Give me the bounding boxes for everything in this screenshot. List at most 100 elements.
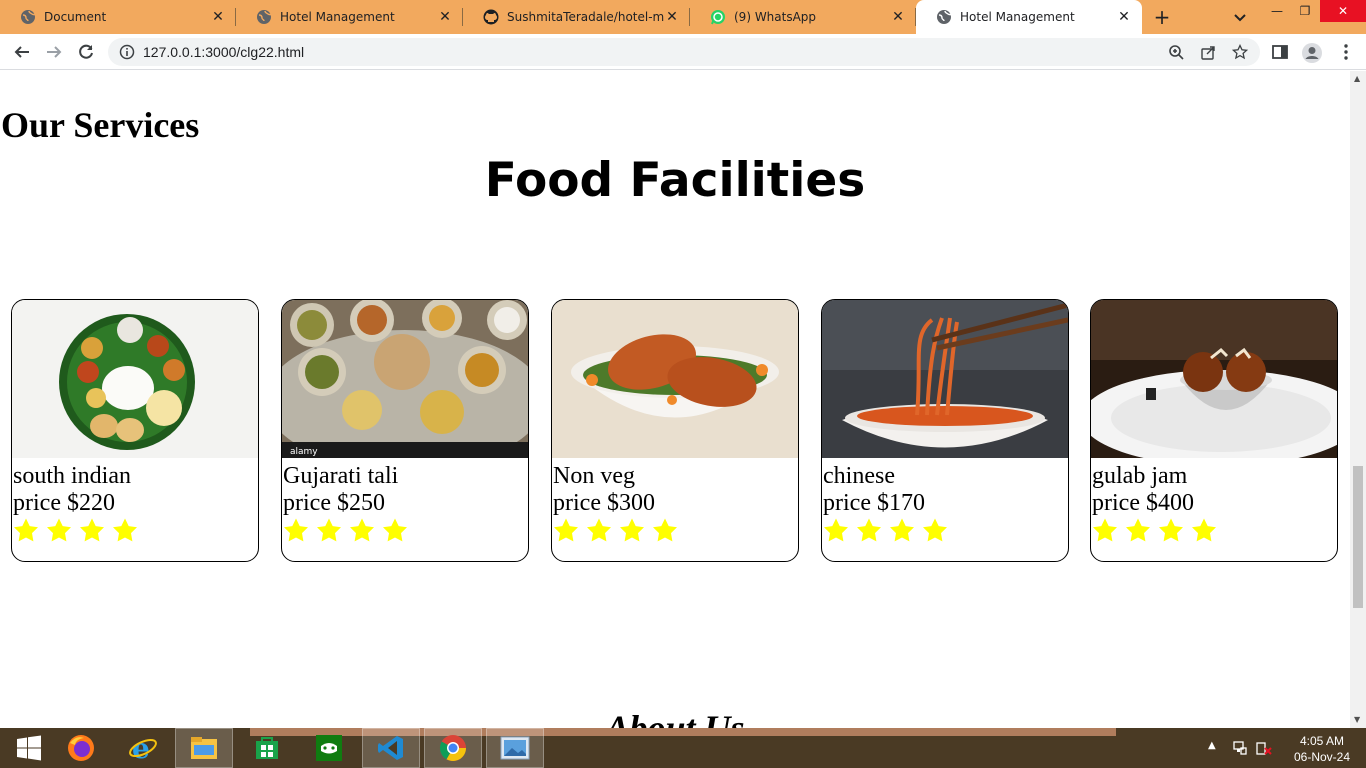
food-card-south-indian[interactable]: south indian price $220 [11,299,259,562]
star-icon [45,517,78,545]
star-icon [1091,517,1124,545]
internet-explorer-icon[interactable]: e [114,728,172,768]
rating-stars [1091,517,1337,545]
address-bar[interactable]: 127.0.0.1:3000/clg22.html [108,38,1260,66]
star-icon [552,517,585,545]
browser-toolbar: 127.0.0.1:3000/clg22.html [0,34,1366,70]
svg-text:e: e [132,733,150,763]
scrollbar-thumb[interactable] [1353,466,1363,608]
food-price: price $170 [823,490,925,516]
food-price: price $300 [553,490,655,516]
vscode-icon[interactable] [362,728,420,768]
close-icon[interactable]: ✕ [210,9,226,25]
address-text: 127.0.0.1:3000/clg22.html [143,44,305,60]
food-facilities-heading: Food Facilities [484,153,866,208]
back-button[interactable] [10,40,34,64]
tab-label: SushmitaTeradale/hotel-mana [507,10,664,24]
new-tab-button[interactable]: + [1150,5,1174,29]
close-icon[interactable]: ✕ [890,9,906,25]
tab-label: Hotel Management [960,10,1075,24]
file-explorer-icon[interactable] [175,728,233,768]
star-icon [888,517,921,545]
scroll-down-arrow-icon[interactable]: ▼ [1354,716,1362,724]
food-name: gulab jam [1092,463,1188,489]
close-icon[interactable]: ✕ [664,9,680,25]
star-bookmark-icon[interactable] [1231,43,1249,60]
star-icon [1124,517,1157,545]
food-name: chinese [823,463,895,489]
chrome-icon[interactable] [424,728,482,768]
chicken-legs-image [552,300,798,458]
food-card-gulab-jam[interactable]: gulab jam price $400 [1090,299,1338,562]
reload-button[interactable] [74,40,98,64]
tab-document[interactable]: Document ✕ [0,0,236,34]
photos-icon[interactable] [486,728,544,768]
star-icon [12,517,45,545]
close-icon[interactable]: ✕ [437,9,453,25]
volume-muted-icon[interactable] [1256,740,1272,756]
gujarati-thali-image: alamy [282,300,528,458]
github-icon [483,9,499,25]
windows-taskbar: e ▲ 4:05 AM 06-Nov-24 [0,728,1366,768]
food-price: price $400 [1092,490,1194,516]
star-icon [381,517,414,545]
menu-kebab-icon[interactable] [1336,42,1356,62]
star-icon [855,517,888,545]
profile-avatar-icon[interactable] [1301,42,1322,63]
windows-start-icon[interactable] [0,728,58,768]
zoom-icon[interactable] [1168,44,1184,60]
info-icon[interactable] [119,44,135,60]
store-icon[interactable] [238,728,296,768]
south-indian-thali-image [12,300,258,458]
globe-icon [20,9,36,25]
gulab-jamun-image [1091,300,1337,458]
star-icon [585,517,618,545]
tab-label: Hotel Management [280,10,395,24]
food-name: Non veg [553,463,635,489]
rating-stars [552,517,798,545]
star-icon [1157,517,1190,545]
food-card-non-veg[interactable]: Non veg price $300 [551,299,799,562]
star-icon [651,517,684,545]
restore-button[interactable]: ❐ [1290,0,1320,22]
close-window-button[interactable]: ✕ [1320,0,1366,22]
rating-stars [282,517,528,545]
star-icon [822,517,855,545]
food-card-chinese[interactable]: chinese price $170 [821,299,1069,562]
xbox-icon[interactable] [300,728,358,768]
svg-text:alamy: alamy [290,447,318,457]
close-icon[interactable]: ✕ [1116,9,1132,25]
minimize-button[interactable]: — [1262,0,1292,22]
tab-strip: Document ✕ Hotel Management ✕ SushmitaTe… [0,0,1366,34]
side-panel-icon[interactable] [1270,42,1290,62]
star-icon [282,517,315,545]
tab-hotel-management-active[interactable]: Hotel Management ✕ [916,0,1142,34]
star-icon [315,517,348,545]
chevron-down-icon[interactable] [1230,7,1250,27]
tab-whatsapp[interactable]: (9) WhatsApp ✕ [690,0,916,34]
globe-icon [936,9,952,25]
tab-hotel-management[interactable]: Hotel Management ✕ [236,0,463,34]
tab-github[interactable]: SushmitaTeradale/hotel-mana ✕ [463,0,690,34]
rating-stars [822,517,1068,545]
vertical-scrollbar[interactable]: ▲ ▼ [1350,71,1366,728]
network-icon[interactable] [1232,740,1248,756]
forward-button[interactable] [42,40,66,64]
food-price: price $250 [283,490,385,516]
food-card-gujarati-tali[interactable]: alamy Gujarati tali price $250 [281,299,529,562]
system-clock[interactable]: 4:05 AM 06-Nov-24 [1284,733,1360,765]
noodles-image [822,300,1068,458]
page-viewport: Our Services Food Facilities south india… [0,71,1350,728]
food-name: south indian [13,463,131,489]
chevron-up-icon[interactable]: ▲ [1208,740,1220,756]
tab-label: Document [44,10,107,24]
clock-time: 4:05 AM [1299,734,1345,748]
star-icon [921,517,954,545]
globe-icon [256,9,272,25]
scroll-up-arrow-icon[interactable]: ▲ [1354,75,1362,83]
rating-stars [12,517,258,545]
food-name: Gujarati tali [283,463,399,489]
share-icon[interactable] [1200,44,1216,60]
tab-label: (9) WhatsApp [734,10,817,24]
firefox-icon[interactable] [52,728,110,768]
